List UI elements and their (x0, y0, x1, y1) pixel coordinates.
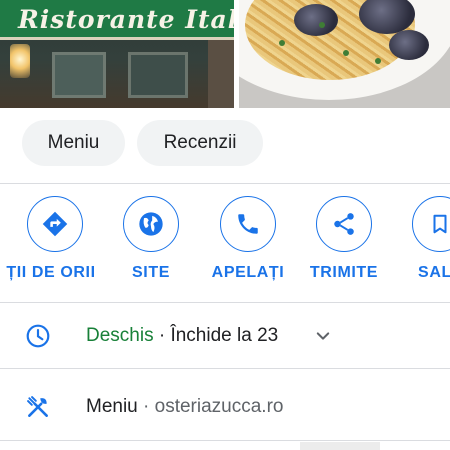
food-photo[interactable] (239, 0, 450, 108)
share-icon[interactable] (316, 196, 372, 252)
hours-text: Deschis · Închide la 23 (86, 325, 278, 347)
chip-row: Meniu Recenzii (22, 120, 263, 166)
clam (294, 4, 338, 36)
menu-url[interactable]: osteriazucca.ro (155, 396, 284, 417)
phone-icon[interactable] (220, 196, 276, 252)
bookmark-icon[interactable] (412, 196, 450, 252)
globe-icon[interactable] (123, 196, 179, 252)
clam (389, 30, 429, 60)
menu-chip[interactable]: Meniu (22, 120, 125, 166)
restaurant-exterior-photo[interactable]: Ristorante Ital (0, 0, 234, 108)
website-label: SITE (132, 264, 170, 281)
column (208, 40, 234, 108)
separator: · (137, 396, 155, 417)
herb (375, 58, 381, 64)
herb (343, 50, 349, 56)
directions-label: ȚII DE ORII (6, 264, 96, 281)
restaurant-sign: Ristorante Ital (0, 0, 234, 40)
closing-time: · Închide la 23 (153, 325, 279, 346)
directions-button[interactable]: ȚII DE ORII (5, 196, 105, 282)
save-label: SALV (418, 264, 450, 281)
window (128, 52, 188, 98)
photo-strip[interactable]: Ristorante Ital (0, 0, 450, 108)
open-status: Deschis (86, 325, 154, 346)
sign-text: Ristorante Ital (18, 5, 234, 34)
action-row: ȚII DE ORII SITE APELAȚI TRIMITE SAL (0, 196, 450, 296)
divider (0, 368, 450, 369)
lamp (10, 44, 30, 78)
map-preview-edge (300, 442, 380, 450)
call-button[interactable]: APELAȚI (198, 196, 298, 282)
divider (0, 440, 450, 441)
restaurant-icon (24, 393, 52, 421)
call-label: APELAȚI (211, 264, 285, 281)
hours-row[interactable]: Deschis · Închide la 23 (0, 313, 450, 359)
menu-link-text: Meniu · osteriazucca.ro (86, 396, 283, 418)
reviews-chip[interactable]: Recenzii (137, 120, 263, 166)
herb (319, 22, 325, 28)
share-label: TRIMITE (309, 264, 379, 281)
share-button[interactable]: TRIMITE (294, 196, 394, 282)
divider (0, 183, 450, 184)
herb (279, 40, 285, 46)
directions-icon[interactable] (27, 196, 83, 252)
menu-label: Meniu (86, 396, 138, 417)
menu-link-row[interactable]: Meniu · osteriazucca.ro (0, 384, 450, 430)
save-button[interactable]: SALV (390, 196, 450, 282)
chevron-down-icon[interactable] (312, 325, 334, 347)
divider (0, 302, 450, 303)
clock-icon (24, 322, 52, 350)
window (52, 52, 106, 98)
website-button[interactable]: SITE (101, 196, 201, 282)
